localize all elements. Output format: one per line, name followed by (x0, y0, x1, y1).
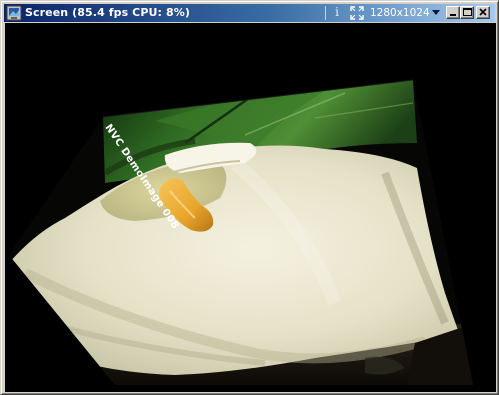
info-icon[interactable]: i (332, 5, 342, 21)
close-icon (479, 8, 487, 16)
app-window: Screen (85.4 fps CPU: 8%) i 1280x1024 NV… (0, 0, 499, 395)
resolution-select[interactable]: 1280x1024 (370, 5, 432, 21)
image-plane (9, 80, 473, 385)
close-button[interactable] (476, 6, 490, 19)
minimize-icon (450, 14, 456, 16)
title-bar[interactable]: Screen (85.4 fps CPU: 8%) i 1280x1024 (4, 4, 495, 22)
maximize-button[interactable] (460, 6, 474, 19)
chevron-down-icon[interactable] (432, 10, 440, 15)
rendered-scene (9, 79, 473, 385)
fullscreen-icon[interactable] (350, 6, 364, 20)
screen-viewport[interactable]: NVC DemoImage 008 (5, 23, 496, 392)
minimize-button[interactable] (446, 6, 460, 19)
title-separator (325, 6, 326, 20)
maximize-icon (463, 8, 472, 16)
app-icon[interactable] (6, 5, 22, 21)
window-title: Screen (85.4 fps CPU: 8%) (25, 6, 190, 19)
